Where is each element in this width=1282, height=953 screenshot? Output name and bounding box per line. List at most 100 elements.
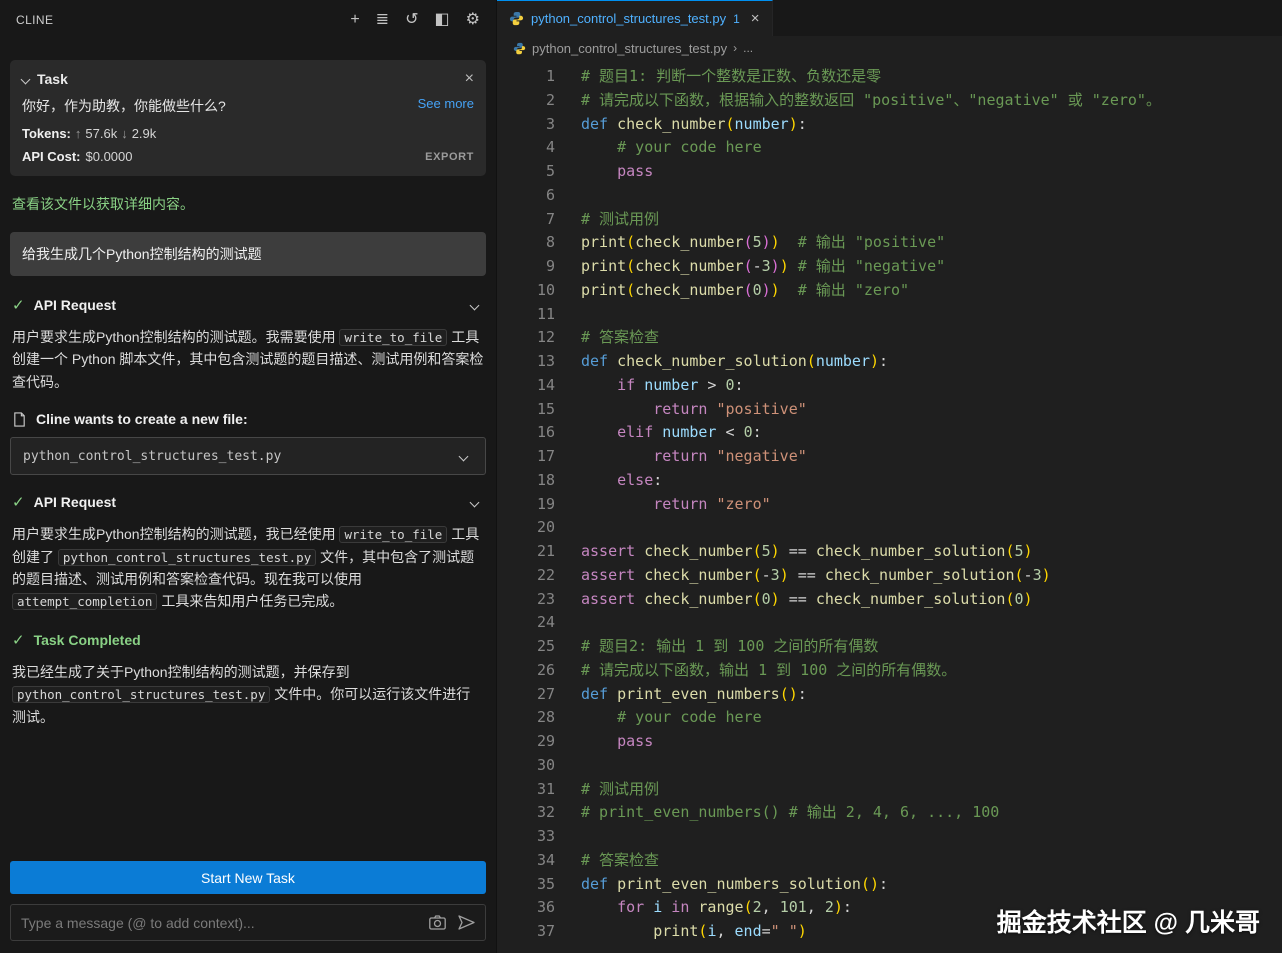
editor-tab[interactable]: python_control_structures_test.py 1 ×	[497, 0, 773, 36]
breadcrumb[interactable]: python_control_structures_test.py › ...	[497, 36, 1282, 60]
code-line[interactable]: 25# 题目2: 输出 1 到 100 之间的所有偶数	[497, 635, 1282, 659]
code-text: def print_even_numbers():	[555, 683, 807, 707]
code-line[interactable]: 34# 答案检查	[497, 849, 1282, 873]
sidebar-footer: Start New Task Type a message (@ to add …	[0, 853, 496, 953]
task-prompt-text: 你好，作为助教，你能做些什么?	[22, 96, 226, 116]
conversation-scroll[interactable]: Task × 你好，作为助教，你能做些什么? See more Tokens: …	[0, 40, 496, 853]
line-number: 15	[497, 398, 555, 422]
code-text: print(check_number(5)) # 输出 "positive"	[555, 231, 945, 255]
code-line[interactable]: 3def check_number(number):	[497, 113, 1282, 137]
new-file-row: Cline wants to create a new file:	[12, 411, 484, 427]
start-new-task-button[interactable]: Start New Task	[10, 861, 486, 894]
history-icon[interactable]: ↺	[405, 12, 418, 28]
line-number: 3	[497, 113, 555, 137]
code-line[interactable]: 2# 请完成以下函数，根据输入的整数返回 "positive"、"negativ…	[497, 89, 1282, 113]
mcp-servers-icon[interactable]: ≣	[376, 12, 389, 28]
line-number: 26	[497, 659, 555, 683]
inline-code: python_control_structures_test.py	[12, 686, 270, 703]
line-number: 37	[497, 920, 555, 944]
code-text: return "negative"	[555, 445, 807, 469]
new-file-dropdown[interactable]: python_control_structures_test.py	[10, 437, 486, 475]
line-number: 34	[497, 849, 555, 873]
code-line[interactable]: 19 return "zero"	[497, 493, 1282, 517]
code-line[interactable]: 18 else:	[497, 469, 1282, 493]
close-icon[interactable]: ×	[465, 70, 474, 88]
code-line[interactable]: 4 # your code here	[497, 136, 1282, 160]
code-line[interactable]: 37 print(i, end=" ")	[497, 920, 1282, 944]
code-line[interactable]: 7# 测试用例	[497, 208, 1282, 232]
line-number: 24	[497, 611, 555, 635]
code-line[interactable]: 29 pass	[497, 730, 1282, 754]
cline-title: CLINE	[16, 13, 53, 27]
code-line[interactable]: 26# 请完成以下函数，输出 1 到 100 之间的所有偶数。	[497, 659, 1282, 683]
api-request-2-header[interactable]: ✓ API Request	[12, 493, 484, 511]
code-text: elif number < 0:	[555, 421, 762, 445]
chevron-down-icon[interactable]	[470, 497, 480, 507]
code-line[interactable]: 11	[497, 303, 1282, 327]
code-line[interactable]: 17 return "negative"	[497, 445, 1282, 469]
tokens-label: Tokens:	[22, 126, 71, 141]
check-icon: ✓	[12, 296, 25, 314]
code-text: for i in range(2, 101, 2):	[555, 896, 852, 920]
line-number: 36	[497, 896, 555, 920]
code-text: assert check_number(0) == check_number_s…	[555, 588, 1033, 612]
code-line[interactable]: 22assert check_number(-3) == check_numbe…	[497, 564, 1282, 588]
chevron-down-icon	[459, 451, 469, 461]
screenshot-camera-icon[interactable]	[429, 915, 446, 930]
code-line[interactable]: 24	[497, 611, 1282, 635]
chevron-down-icon[interactable]	[470, 300, 480, 310]
breadcrumb-filename: python_control_structures_test.py	[532, 41, 727, 56]
code-line[interactable]: 5 pass	[497, 160, 1282, 184]
code-line[interactable]: 1# 题目1: 判断一个整数是正数、负数还是零	[497, 65, 1282, 89]
code-line[interactable]: 20	[497, 516, 1282, 540]
code-line[interactable]: 31# 测试用例	[497, 778, 1282, 802]
line-number: 8	[497, 231, 555, 255]
line-number: 6	[497, 184, 555, 208]
code-line[interactable]: 12# 答案检查	[497, 326, 1282, 350]
export-button[interactable]: EXPORT	[425, 151, 474, 163]
code-line[interactable]: 27def print_even_numbers():	[497, 683, 1282, 707]
code-text: # 答案检查	[555, 326, 659, 350]
code-line[interactable]: 9print(check_number(-3)) # 输出 "negative"	[497, 255, 1282, 279]
code-text: assert check_number(-3) == check_number_…	[555, 564, 1051, 588]
see-more-link[interactable]: See more	[408, 96, 474, 116]
task-header[interactable]: Task ×	[22, 70, 474, 88]
code-line[interactable]: 14 if number > 0:	[497, 374, 1282, 398]
code-line[interactable]: 32# print_even_numbers() # 输出 2, 4, 6, .…	[497, 801, 1282, 825]
api-request-1-label: API Request	[34, 297, 116, 313]
code-line[interactable]: 28 # your code here	[497, 706, 1282, 730]
code-line[interactable]: 13def check_number_solution(number):	[497, 350, 1282, 374]
line-number: 20	[497, 516, 555, 540]
message-input[interactable]: Type a message (@ to add context)...	[10, 904, 486, 941]
code-line[interactable]: 16 elif number < 0:	[497, 421, 1282, 445]
code-line[interactable]: 10print(check_number(0)) # 输出 "zero"	[497, 279, 1282, 303]
open-in-editor-icon[interactable]: ◧	[435, 12, 450, 28]
new-task-icon[interactable]: +	[350, 12, 359, 28]
code-line[interactable]: 21assert check_number(5) == check_number…	[497, 540, 1282, 564]
inline-code: attempt_completion	[12, 593, 157, 610]
code-text: # 请完成以下函数，根据输入的整数返回 "positive"、"negative…	[555, 89, 1161, 113]
line-number: 22	[497, 564, 555, 588]
code-text: # 请完成以下函数，输出 1 到 100 之间的所有偶数。	[555, 659, 956, 683]
editor-tab-bar: python_control_structures_test.py 1 ×	[497, 0, 1282, 36]
code-line[interactable]: 36 for i in range(2, 101, 2):	[497, 896, 1282, 920]
breadcrumb-separator: ›	[733, 41, 737, 55]
line-number: 18	[497, 469, 555, 493]
settings-gear-icon[interactable]: ⚙	[466, 12, 480, 28]
api-request-1-header[interactable]: ✓ API Request	[12, 296, 484, 314]
code-line[interactable]: 30	[497, 754, 1282, 778]
tab-close-icon[interactable]: ×	[751, 10, 760, 27]
check-icon: ✓	[12, 631, 25, 649]
code-editor[interactable]: 1# 题目1: 判断一个整数是正数、负数还是零2# 请完成以下函数，根据输入的整…	[497, 60, 1282, 953]
line-number: 13	[497, 350, 555, 374]
code-line[interactable]: 8print(check_number(5)) # 输出 "positive"	[497, 231, 1282, 255]
task-label: Task	[37, 71, 68, 87]
code-line[interactable]: 15 return "positive"	[497, 398, 1282, 422]
send-icon[interactable]	[458, 915, 475, 930]
code-line[interactable]: 23assert check_number(0) == check_number…	[497, 588, 1282, 612]
code-text: # 测试用例	[555, 778, 659, 802]
code-line[interactable]: 33	[497, 825, 1282, 849]
code-line[interactable]: 6	[497, 184, 1282, 208]
code-text: # 答案检查	[555, 849, 659, 873]
code-line[interactable]: 35def print_even_numbers_solution():	[497, 873, 1282, 897]
